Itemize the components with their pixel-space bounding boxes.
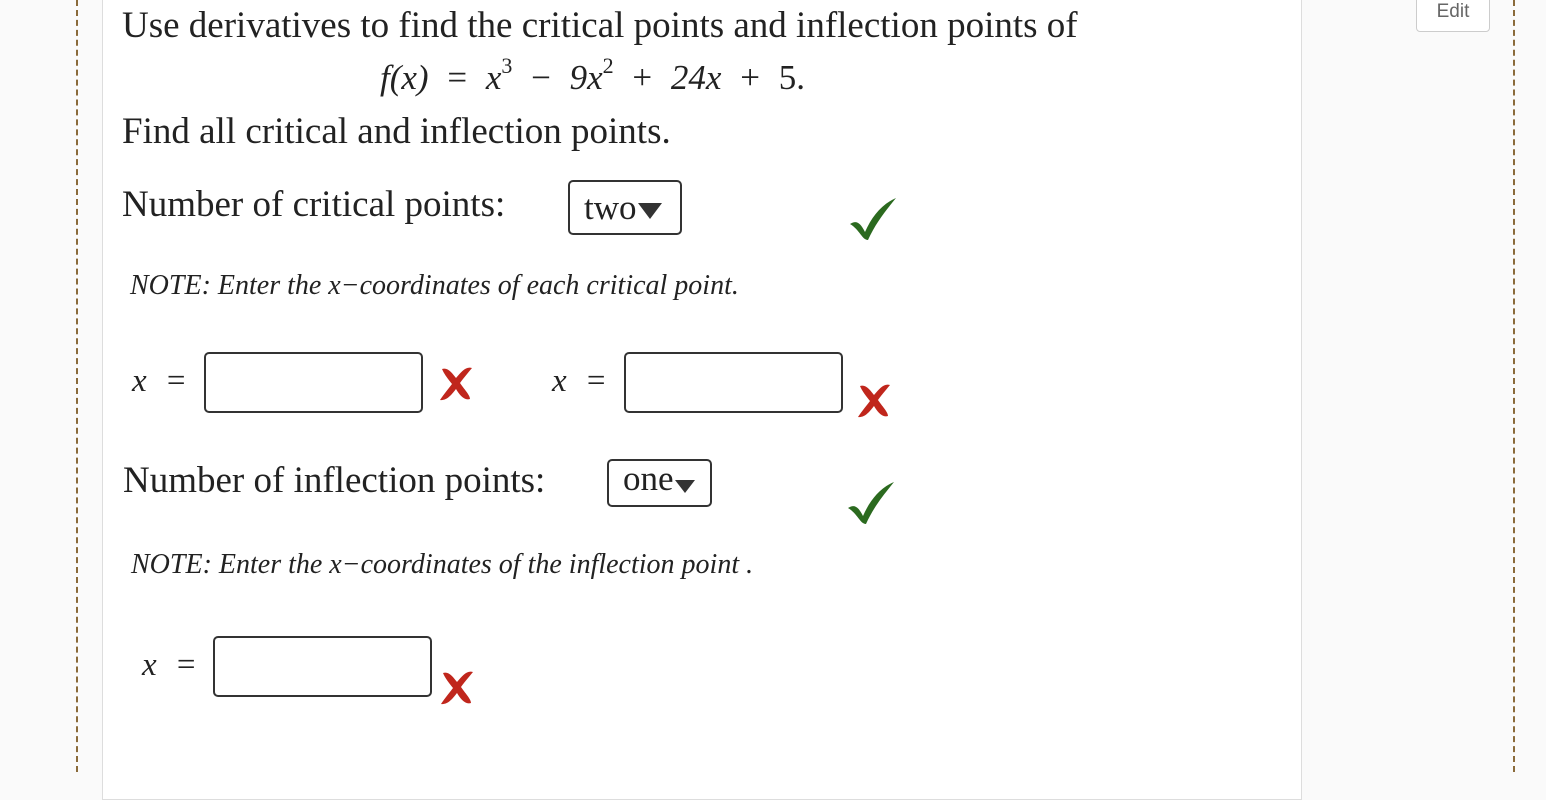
- critical-input-2-eq: =: [586, 363, 606, 399]
- critical-note: NOTE: Enter the x−coordinates of each cr…: [130, 270, 739, 301]
- check-icon: [850, 198, 896, 240]
- term3: 24x: [670, 58, 722, 97]
- inflection-input-label: x =: [142, 647, 196, 684]
- inflection-input-var: x: [142, 647, 157, 683]
- cross-icon: [440, 367, 472, 401]
- inflection-input-eq: =: [176, 647, 196, 683]
- term1-base: x: [485, 58, 502, 97]
- left-dashed-border: [76, 0, 78, 772]
- function-lhs: f(x): [380, 58, 429, 97]
- right-dashed-border: [1513, 0, 1515, 772]
- chevron-down-icon: [637, 202, 662, 219]
- critical-count-label: Number of critical points:: [122, 184, 506, 225]
- inflection-count-value: one: [623, 459, 674, 498]
- term2-exp: 2: [602, 53, 614, 78]
- op3: +: [740, 58, 760, 97]
- inflection-note: NOTE: Enter the x−coordinates of the inf…: [131, 549, 754, 580]
- critical-x-input-2[interactable]: [624, 352, 843, 413]
- function-equals: =: [447, 58, 468, 97]
- critical-x-input-1[interactable]: [204, 352, 423, 413]
- critical-input-1-label: x =: [132, 363, 186, 400]
- cross-icon: [858, 384, 890, 418]
- op1: −: [531, 58, 551, 97]
- cross-icon: [441, 671, 473, 705]
- term4: 5.: [778, 58, 805, 97]
- critical-count-select[interactable]: two: [568, 180, 682, 235]
- critical-input-2-var: x: [552, 363, 567, 399]
- edit-button[interactable]: Edit: [1416, 0, 1490, 32]
- inflection-count-select[interactable]: one: [607, 459, 712, 507]
- inflection-x-input[interactable]: [213, 636, 432, 697]
- term2-base: 9x: [569, 58, 603, 97]
- check-icon: [848, 482, 894, 524]
- function-formula: f(x) = x3 − 9x2 + 24x + 5.: [380, 55, 805, 98]
- inflection-count-label: Number of inflection points:: [123, 460, 546, 501]
- critical-input-2-label: x =: [552, 363, 606, 400]
- critical-input-1-var: x: [132, 363, 147, 399]
- instruction-text: Find all critical and inflection points.: [122, 111, 671, 152]
- term1-exp: 3: [501, 53, 513, 78]
- op2: +: [632, 58, 653, 97]
- chevron-down-icon: [674, 479, 695, 493]
- critical-input-1-eq: =: [166, 363, 186, 399]
- critical-count-value: two: [584, 187, 637, 227]
- question-intro: Use derivatives to find the critical poi…: [122, 5, 1078, 46]
